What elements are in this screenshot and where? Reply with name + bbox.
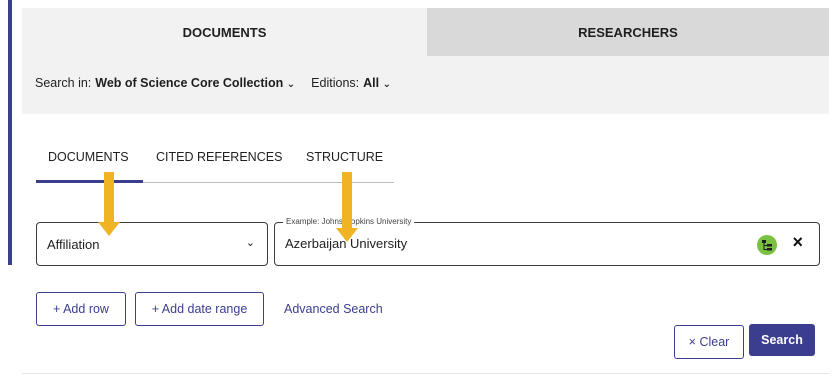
left-accent-bar [8,0,12,265]
search-in-bar: Search in: Web of Science Core Collectio… [22,56,829,114]
add-date-range-button[interactable]: + Add date range [135,292,264,326]
tree-selector-icon[interactable] [757,235,777,255]
tab-cited-references[interactable]: CITED REFERENCES [156,150,282,164]
divider [22,373,829,374]
chevron-down-icon: ⌄ [382,79,391,90]
tab-structure[interactable]: STRUCTURE [306,150,383,164]
editions-label: Editions: [311,76,360,90]
arrow-annotation-icon [98,172,120,236]
tab-documents[interactable]: DOCUMENTS [22,8,427,56]
active-tab-indicator [36,180,143,183]
tab-researchers[interactable]: RESEARCHERS [427,8,829,56]
search-in-row: Search in: Web of Science Core Collectio… [35,76,391,90]
field-select-value: Affiliation [47,237,100,252]
tab-sub-documents[interactable]: DOCUMENTS [48,150,129,164]
advanced-search-link[interactable]: Advanced Search [284,302,383,316]
chevron-down-icon: ⌄ [245,237,255,249]
arrow-annotation-icon [336,172,358,242]
collection-dropdown[interactable]: Web of Science Core Collection ⌄ [95,76,295,90]
add-row-button[interactable]: + Add row [36,292,126,326]
editions-dropdown[interactable]: All ⌄ [363,76,391,90]
clear-button[interactable]: × Clear [674,325,744,359]
top-tabs: DOCUMENTS RESEARCHERS [22,8,829,56]
chevron-down-icon: ⌄ [286,79,296,90]
search-in-label: Search in: [35,76,92,90]
close-icon[interactable]: × [792,232,803,253]
field-select[interactable]: Affiliation ⌄ [36,222,268,266]
search-button[interactable]: Search [749,324,815,356]
